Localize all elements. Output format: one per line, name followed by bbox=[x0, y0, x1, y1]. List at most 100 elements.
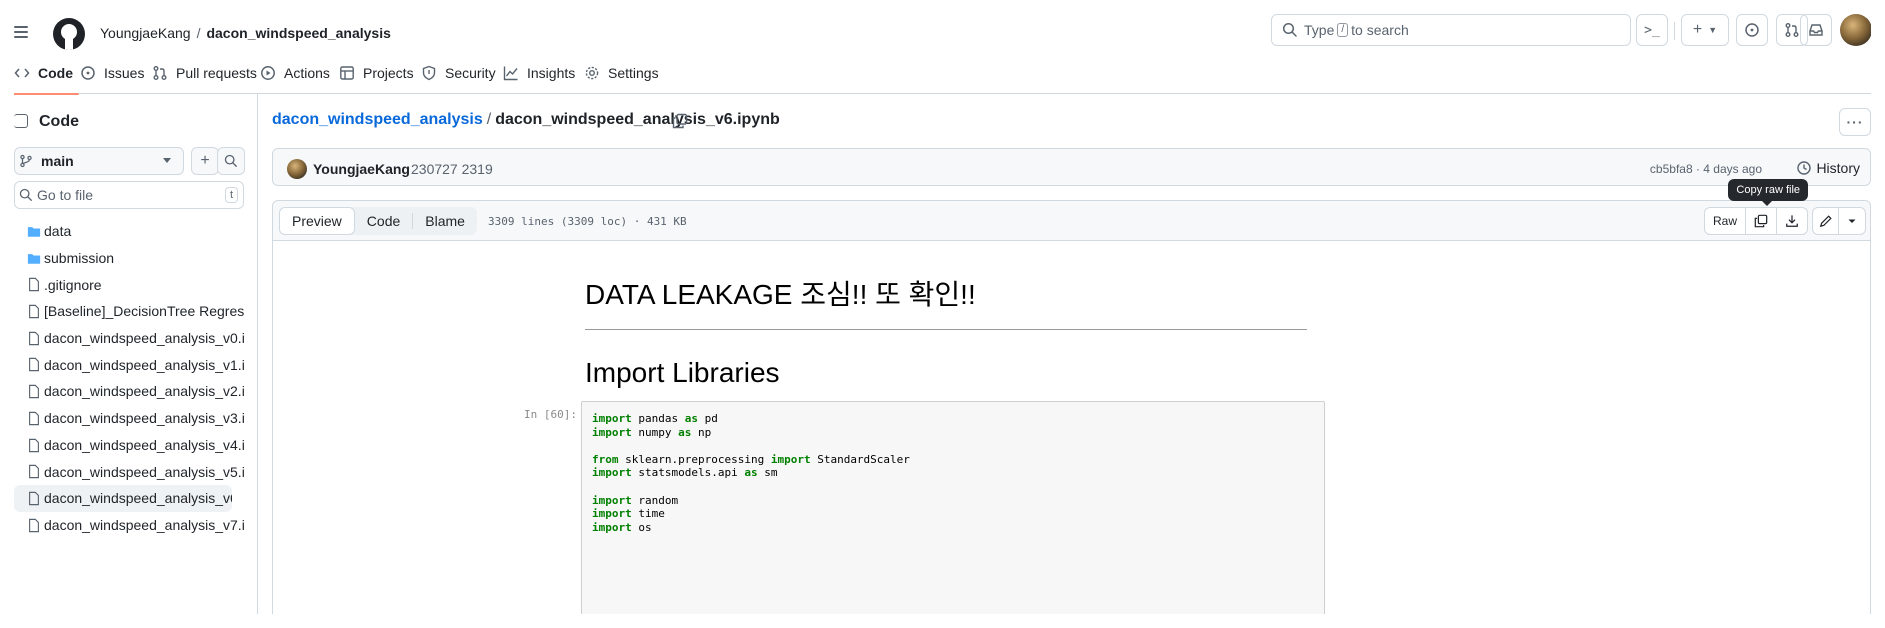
tree-item-file[interactable]: dacon_windspeed_analysis_v2.ip... bbox=[14, 378, 244, 405]
breadcrumb-separator: / bbox=[196, 25, 201, 41]
tab-pull-requests[interactable]: Pull requests bbox=[152, 51, 257, 94]
folder-icon bbox=[27, 227, 41, 237]
commit-author[interactable]: YoungjaeKang bbox=[313, 161, 410, 177]
copy-icon bbox=[1754, 214, 1768, 228]
tree-item-folder[interactable]: data bbox=[14, 218, 244, 245]
chevron-down-icon bbox=[1848, 219, 1856, 223]
tree-item-label: dacon_windspeed_analysis_v4.ip... bbox=[44, 436, 244, 453]
code-line: import pandas as pd bbox=[592, 412, 1314, 426]
code-line: from sklearn.preprocessing import Standa… bbox=[592, 453, 1314, 467]
code-line: import os bbox=[592, 521, 1314, 535]
more-options-button[interactable]: ··· bbox=[1839, 108, 1871, 136]
branch-selector[interactable]: main bbox=[14, 147, 184, 175]
tree-item-label: dacon_windspeed_analysis_v1.ip... bbox=[44, 356, 244, 373]
file-breadcrumb: dacon_windspeed_analysis / dacon_windspeed… bbox=[272, 111, 780, 129]
repo-link[interactable]: dacon_windspeed_analysis bbox=[206, 25, 390, 41]
inbox-icon bbox=[1809, 24, 1823, 36]
code-line: import numpy as np bbox=[592, 426, 1314, 440]
repo-nav-tabs: Code Issues Pull requests Actions Projec… bbox=[14, 51, 1871, 95]
commit-author-avatar[interactable] bbox=[287, 159, 307, 179]
tree-item-file[interactable]: dacon_windspeed_analysis_v0.ip... bbox=[14, 325, 244, 352]
raw-button[interactable]: Raw bbox=[1705, 208, 1746, 234]
owner-link[interactable]: YoungjaeKang bbox=[100, 25, 191, 41]
search-files-button[interactable] bbox=[217, 147, 245, 175]
tab-label: Security bbox=[445, 64, 496, 81]
user-avatar[interactable] bbox=[1840, 14, 1871, 46]
commit-message[interactable]: 230727 2319 bbox=[411, 161, 493, 177]
tree-item-file[interactable]: dacon_windspeed_analysis_v1.ip... bbox=[14, 351, 244, 378]
inbox-button[interactable] bbox=[1800, 14, 1832, 46]
chevron-down-icon: ▼ bbox=[1708, 25, 1718, 35]
tree-item-folder[interactable]: submission bbox=[14, 245, 244, 272]
history-label: History bbox=[1816, 160, 1860, 176]
copy-path-icon[interactable] bbox=[672, 113, 688, 129]
tree-item-label: dacon_windspeed_analysis_v7.ip... bbox=[44, 516, 244, 533]
tree-item-file[interactable]: [Baseline]_DecisionTree Regresso... bbox=[14, 298, 244, 325]
code-keyword: import bbox=[592, 425, 632, 439]
breadcrumb-separator: / bbox=[486, 111, 492, 128]
tree-item-file[interactable]: dacon_windspeed_analysis_v3.ip... bbox=[14, 405, 244, 432]
tree-item-file[interactable]: dacon_windspeed_analysis_v5.ip... bbox=[14, 458, 244, 485]
history-button[interactable]: History bbox=[1796, 160, 1860, 176]
code-keyword: import bbox=[592, 507, 632, 521]
repo-breadcrumb: YoungjaeKang / dacon_windspeed_analysis bbox=[100, 25, 391, 41]
file-content-box: Preview Code Blame 3309 lines (3309 loc)… bbox=[272, 179, 1871, 614]
tree-item-file[interactable]: .gitignore bbox=[14, 271, 244, 298]
actions-icon bbox=[261, 65, 275, 80]
code-keyword: import bbox=[592, 520, 632, 534]
global-search-input[interactable]: Type / to search bbox=[1271, 14, 1631, 46]
file-icon bbox=[29, 278, 39, 292]
tab-projects[interactable]: Projects bbox=[339, 51, 414, 94]
code-keyword: import bbox=[592, 412, 632, 425]
code-text: pd bbox=[697, 412, 718, 425]
tab-settings[interactable]: Settings bbox=[584, 51, 659, 94]
command-palette-button[interactable]: >_ bbox=[1636, 14, 1668, 46]
search-shortcut-key: / bbox=[1337, 23, 1349, 37]
tab-label: Projects bbox=[363, 64, 414, 81]
commit-meta[interactable]: cb5bfa8 · 4 days ago bbox=[1650, 162, 1762, 176]
menu-icon[interactable] bbox=[14, 26, 28, 38]
tab-code[interactable]: Code bbox=[14, 51, 79, 95]
tree-item-file[interactable]: dacon_windspeed_analysis_v7.ip... bbox=[14, 512, 244, 539]
go-to-file-input[interactable]: Go to file t bbox=[14, 181, 244, 209]
download-button[interactable] bbox=[1777, 208, 1807, 234]
github-logo-icon[interactable] bbox=[53, 18, 85, 50]
file-view: dacon_windspeed_analysis / dacon_windspeed… bbox=[272, 94, 1871, 614]
code-text: pandas bbox=[631, 412, 685, 425]
tree-item-label: dacon_windspeed_analysis_v6.ip... bbox=[44, 490, 232, 507]
edit-options-button[interactable] bbox=[1839, 208, 1865, 234]
tab-label: Actions bbox=[284, 64, 330, 81]
code-cell: import pandas as pd import numpy as np fro… bbox=[581, 401, 1325, 614]
code-text: random bbox=[631, 493, 679, 507]
code-view-button[interactable]: Code bbox=[355, 207, 412, 235]
search-icon bbox=[19, 188, 32, 201]
code-line: import random bbox=[592, 494, 1314, 508]
tab-insights[interactable]: Insights bbox=[503, 51, 575, 94]
tree-item-label: dacon_windspeed_analysis_v3.ip... bbox=[44, 410, 244, 427]
cell-prompt: In [60]: bbox=[524, 408, 577, 421]
tab-security[interactable]: Security bbox=[421, 51, 496, 94]
code-text: StandardScaler bbox=[810, 452, 910, 466]
tree-item-file[interactable]: dacon_windspeed_analysis_v4.ip... bbox=[14, 432, 244, 459]
preview-button[interactable]: Preview bbox=[279, 207, 355, 235]
repo-root-link[interactable]: dacon_windspeed_analysis bbox=[272, 111, 483, 128]
tab-issues[interactable]: Issues bbox=[80, 51, 144, 94]
file-name: dacon_windspeed_analysis_v6.ipynb bbox=[495, 111, 780, 128]
issues-button[interactable] bbox=[1736, 14, 1768, 46]
plus-icon: + bbox=[200, 152, 210, 169]
copy-raw-button[interactable] bbox=[1746, 208, 1777, 234]
go-to-file-placeholder: Go to file bbox=[37, 187, 94, 203]
repo-header: YoungjaeKang / dacon_windspeed_analysis Ty… bbox=[14, 14, 1871, 51]
edit-file-button[interactable] bbox=[1813, 208, 1839, 234]
blame-button[interactable]: Blame bbox=[413, 207, 477, 235]
code-keyword: as bbox=[684, 412, 698, 425]
create-new-button[interactable]: + ▼ bbox=[1681, 14, 1729, 46]
collapse-sidebar-icon[interactable] bbox=[14, 114, 28, 128]
folder-icon bbox=[27, 253, 41, 264]
copy-raw-tooltip: Copy raw file bbox=[1728, 179, 1808, 206]
file-icon bbox=[29, 464, 39, 479]
tab-actions[interactable]: Actions bbox=[260, 51, 330, 94]
code-text: np bbox=[691, 425, 712, 439]
tree-item-file-selected[interactable]: dacon_windspeed_analysis_v6.ip... bbox=[14, 484, 232, 512]
add-file-button[interactable]: + bbox=[191, 147, 219, 175]
